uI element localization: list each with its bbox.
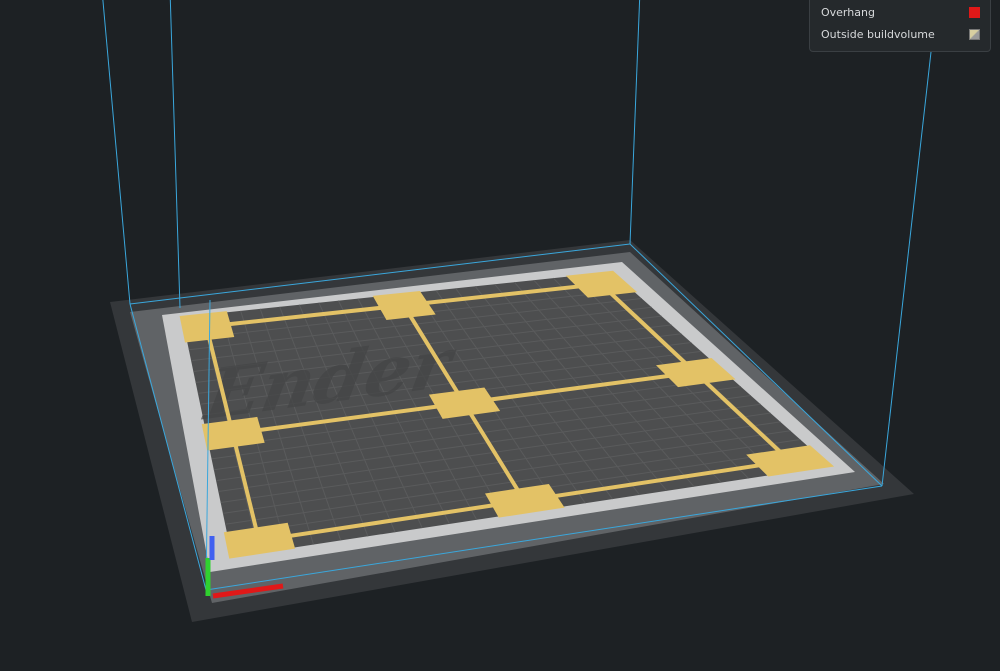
legend-item-overhang: Overhang <box>821 1 980 23</box>
outside-buildvolume-swatch-icon <box>969 28 980 40</box>
3d-build-viewport[interactable]: Ender <box>0 0 1000 671</box>
color-legend: Overhang Outside buildvolume <box>809 0 991 52</box>
build-volume-edge <box>169 0 181 309</box>
build-volume-edge <box>881 0 938 487</box>
overhang-swatch-icon <box>969 6 980 18</box>
legend-label-overhang: Overhang <box>821 5 875 19</box>
build-volume-edge <box>102 0 131 305</box>
build-volume-edge <box>629 0 641 245</box>
legend-item-outside-buildvolume: Outside buildvolume <box>821 23 980 45</box>
legend-label-outside-buildvolume: Outside buildvolume <box>821 27 935 41</box>
support-pad <box>179 311 235 343</box>
